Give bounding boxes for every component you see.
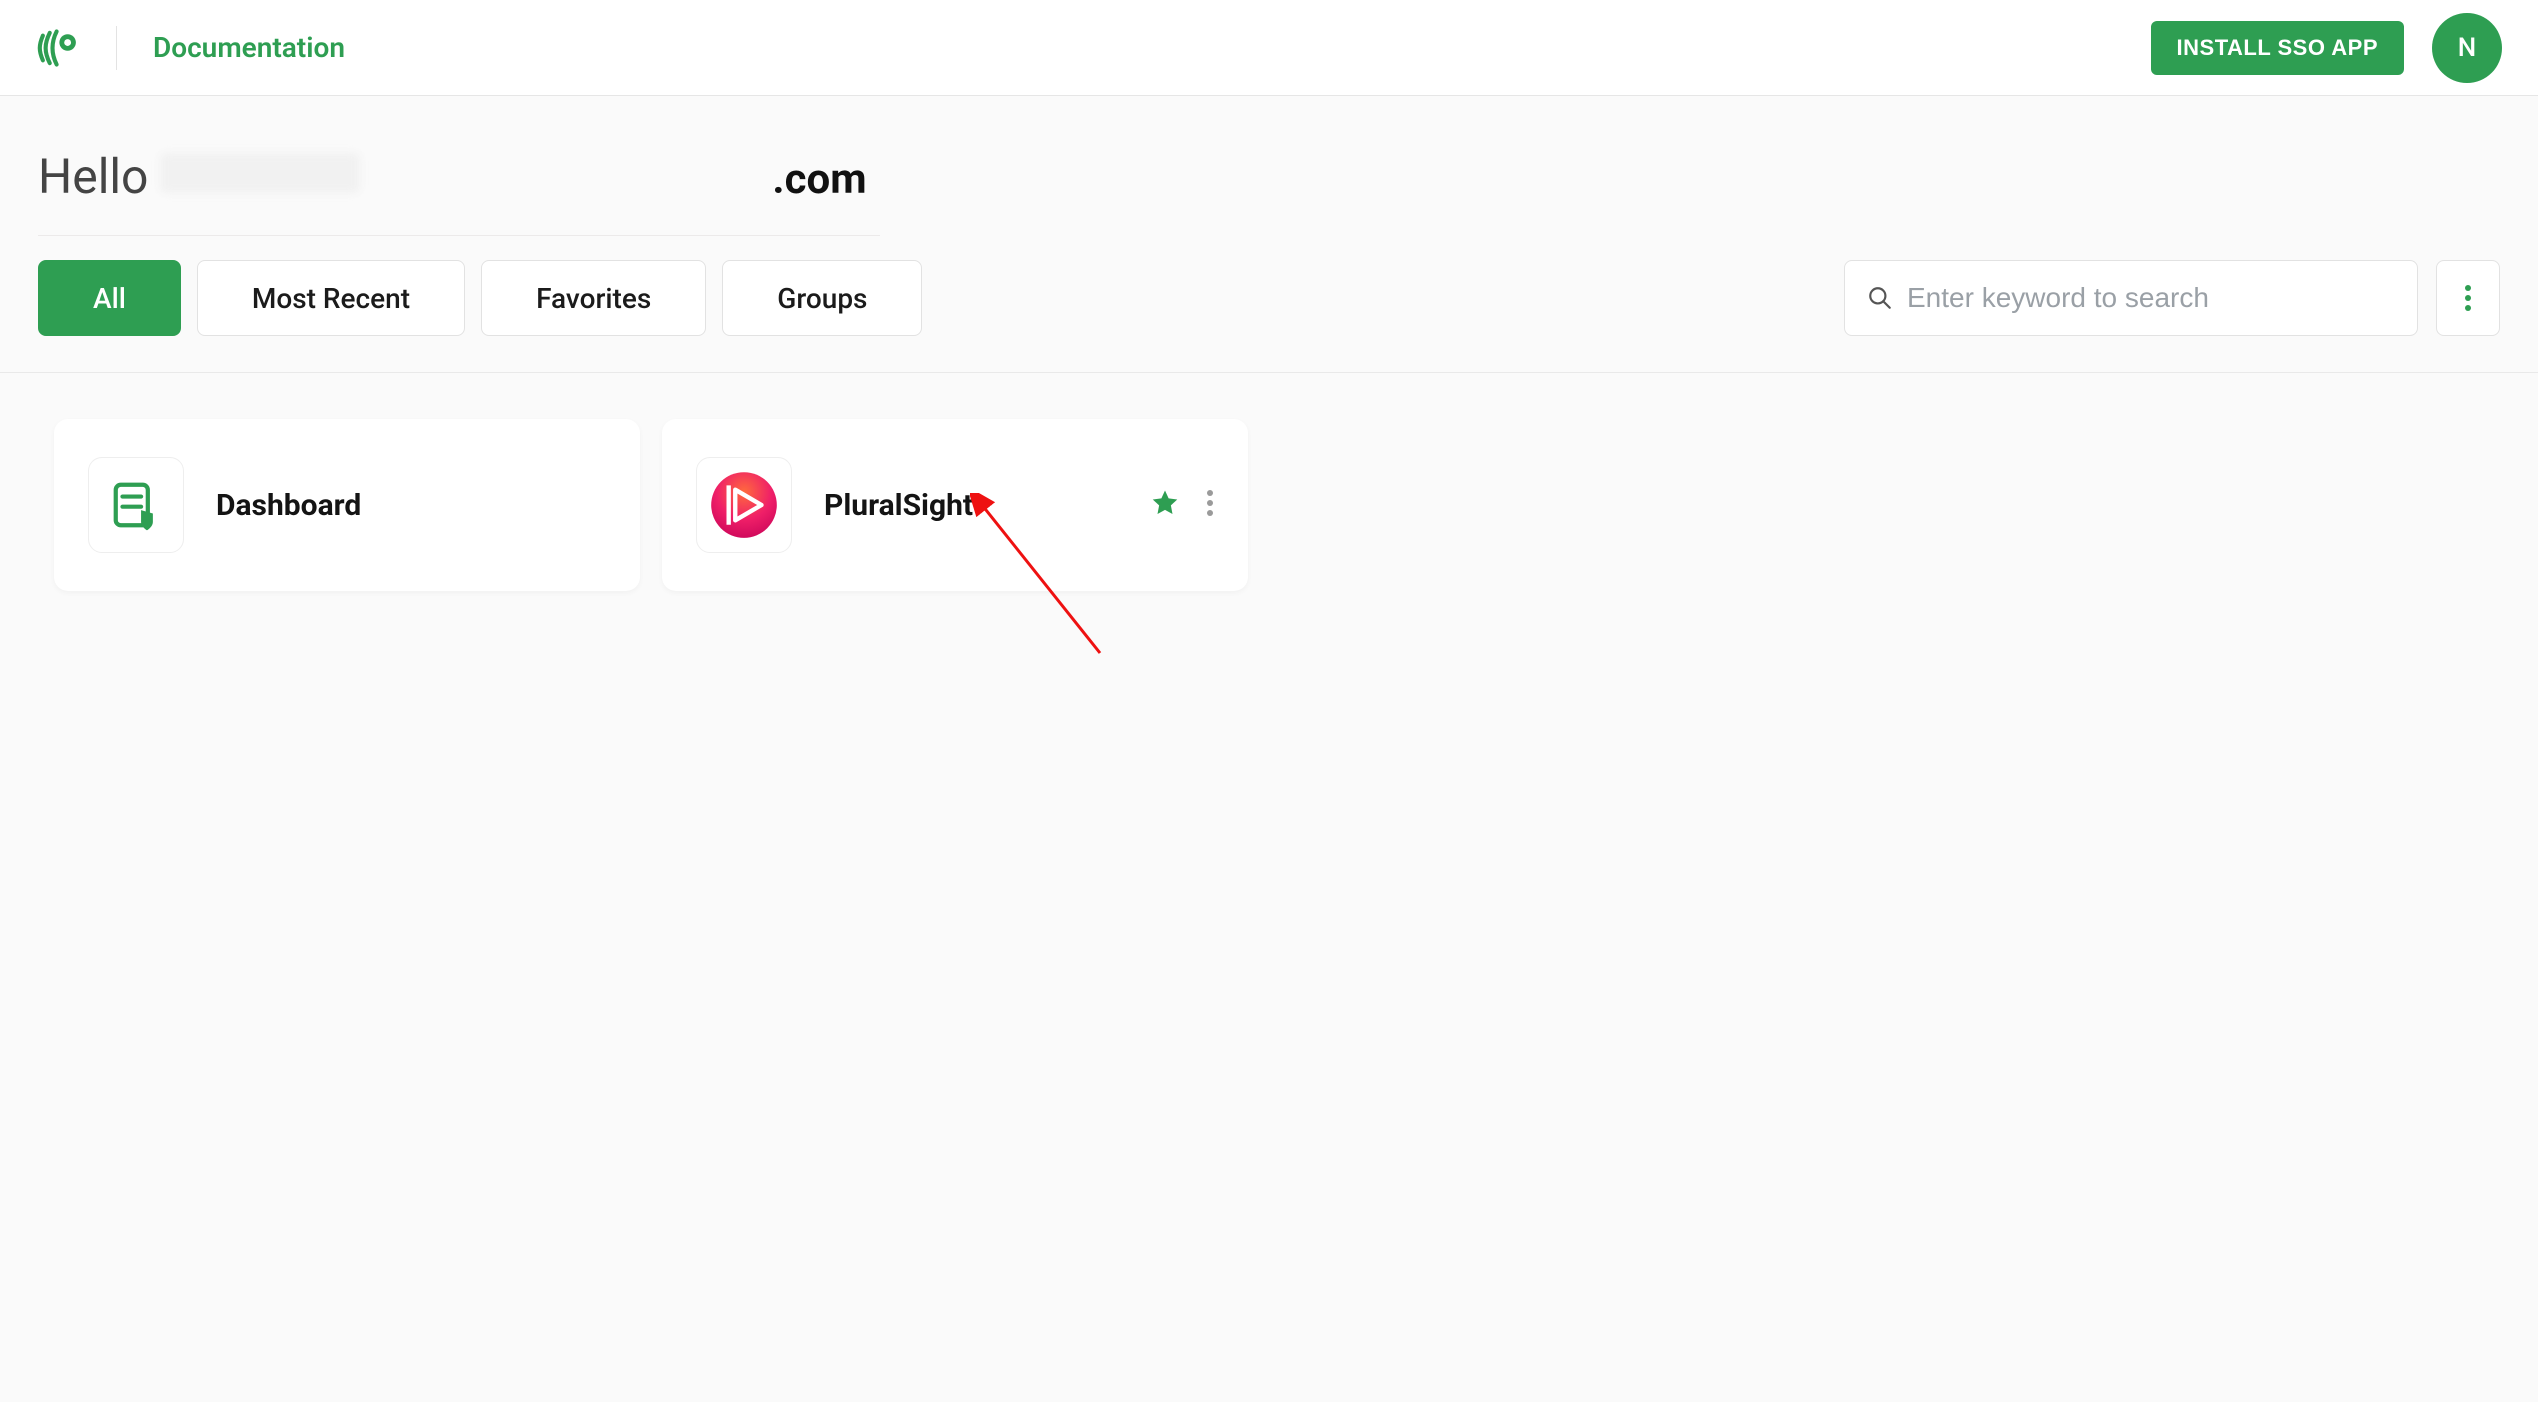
search-field[interactable] (1844, 260, 2418, 336)
apps-grid: Dashboard PluralSight (0, 373, 2538, 637)
documentation-link[interactable]: Documentation (153, 31, 345, 64)
topbar-right: INSTALL SSO APP N (2151, 13, 2502, 83)
app-title: PluralSight (824, 488, 973, 523)
pluralsight-icon (709, 470, 779, 540)
filters-row: All Most Recent Favorites Groups (0, 236, 2538, 373)
app-icon-pluralsight (696, 457, 792, 553)
more-vertical-icon (1206, 489, 1214, 517)
app-card-dashboard[interactable]: Dashboard (54, 419, 640, 591)
filter-tab-recent[interactable]: Most Recent (197, 260, 465, 336)
greeting-redacted-name (160, 153, 360, 193)
greeting-row: Hello .com (0, 96, 2538, 205)
dashboard-shield-icon (109, 478, 163, 532)
search-input[interactable] (1907, 282, 2395, 314)
search-icon (1867, 285, 1893, 311)
greeting-domain-suffix: .com (772, 155, 866, 204)
filter-tab-all[interactable]: All (38, 260, 181, 336)
favorite-toggle[interactable] (1150, 488, 1180, 522)
brand-logo-icon (36, 26, 80, 70)
topbar: Documentation INSTALL SSO APP N (0, 0, 2538, 96)
filters-right (1844, 260, 2500, 336)
app-title: Dashboard (216, 488, 361, 523)
brand-logo[interactable] (36, 26, 80, 70)
topbar-divider (116, 26, 117, 70)
install-sso-app-button[interactable]: INSTALL SSO APP (2151, 21, 2404, 75)
filter-tab-groups[interactable]: Groups (722, 260, 922, 336)
topbar-left: Documentation (36, 26, 345, 70)
card-more-button[interactable] (1206, 489, 1214, 521)
filter-tab-favorites[interactable]: Favorites (481, 260, 706, 336)
app-card-pluralsight[interactable]: PluralSight (662, 419, 1248, 591)
app-icon-dashboard (88, 457, 184, 553)
view-options-button[interactable] (2436, 260, 2500, 336)
card-actions (1150, 488, 1214, 522)
greeting-hello-label: Hello (38, 148, 148, 205)
user-avatar[interactable]: N (2432, 13, 2502, 83)
star-icon (1150, 488, 1180, 518)
more-vertical-icon (2464, 284, 2472, 312)
